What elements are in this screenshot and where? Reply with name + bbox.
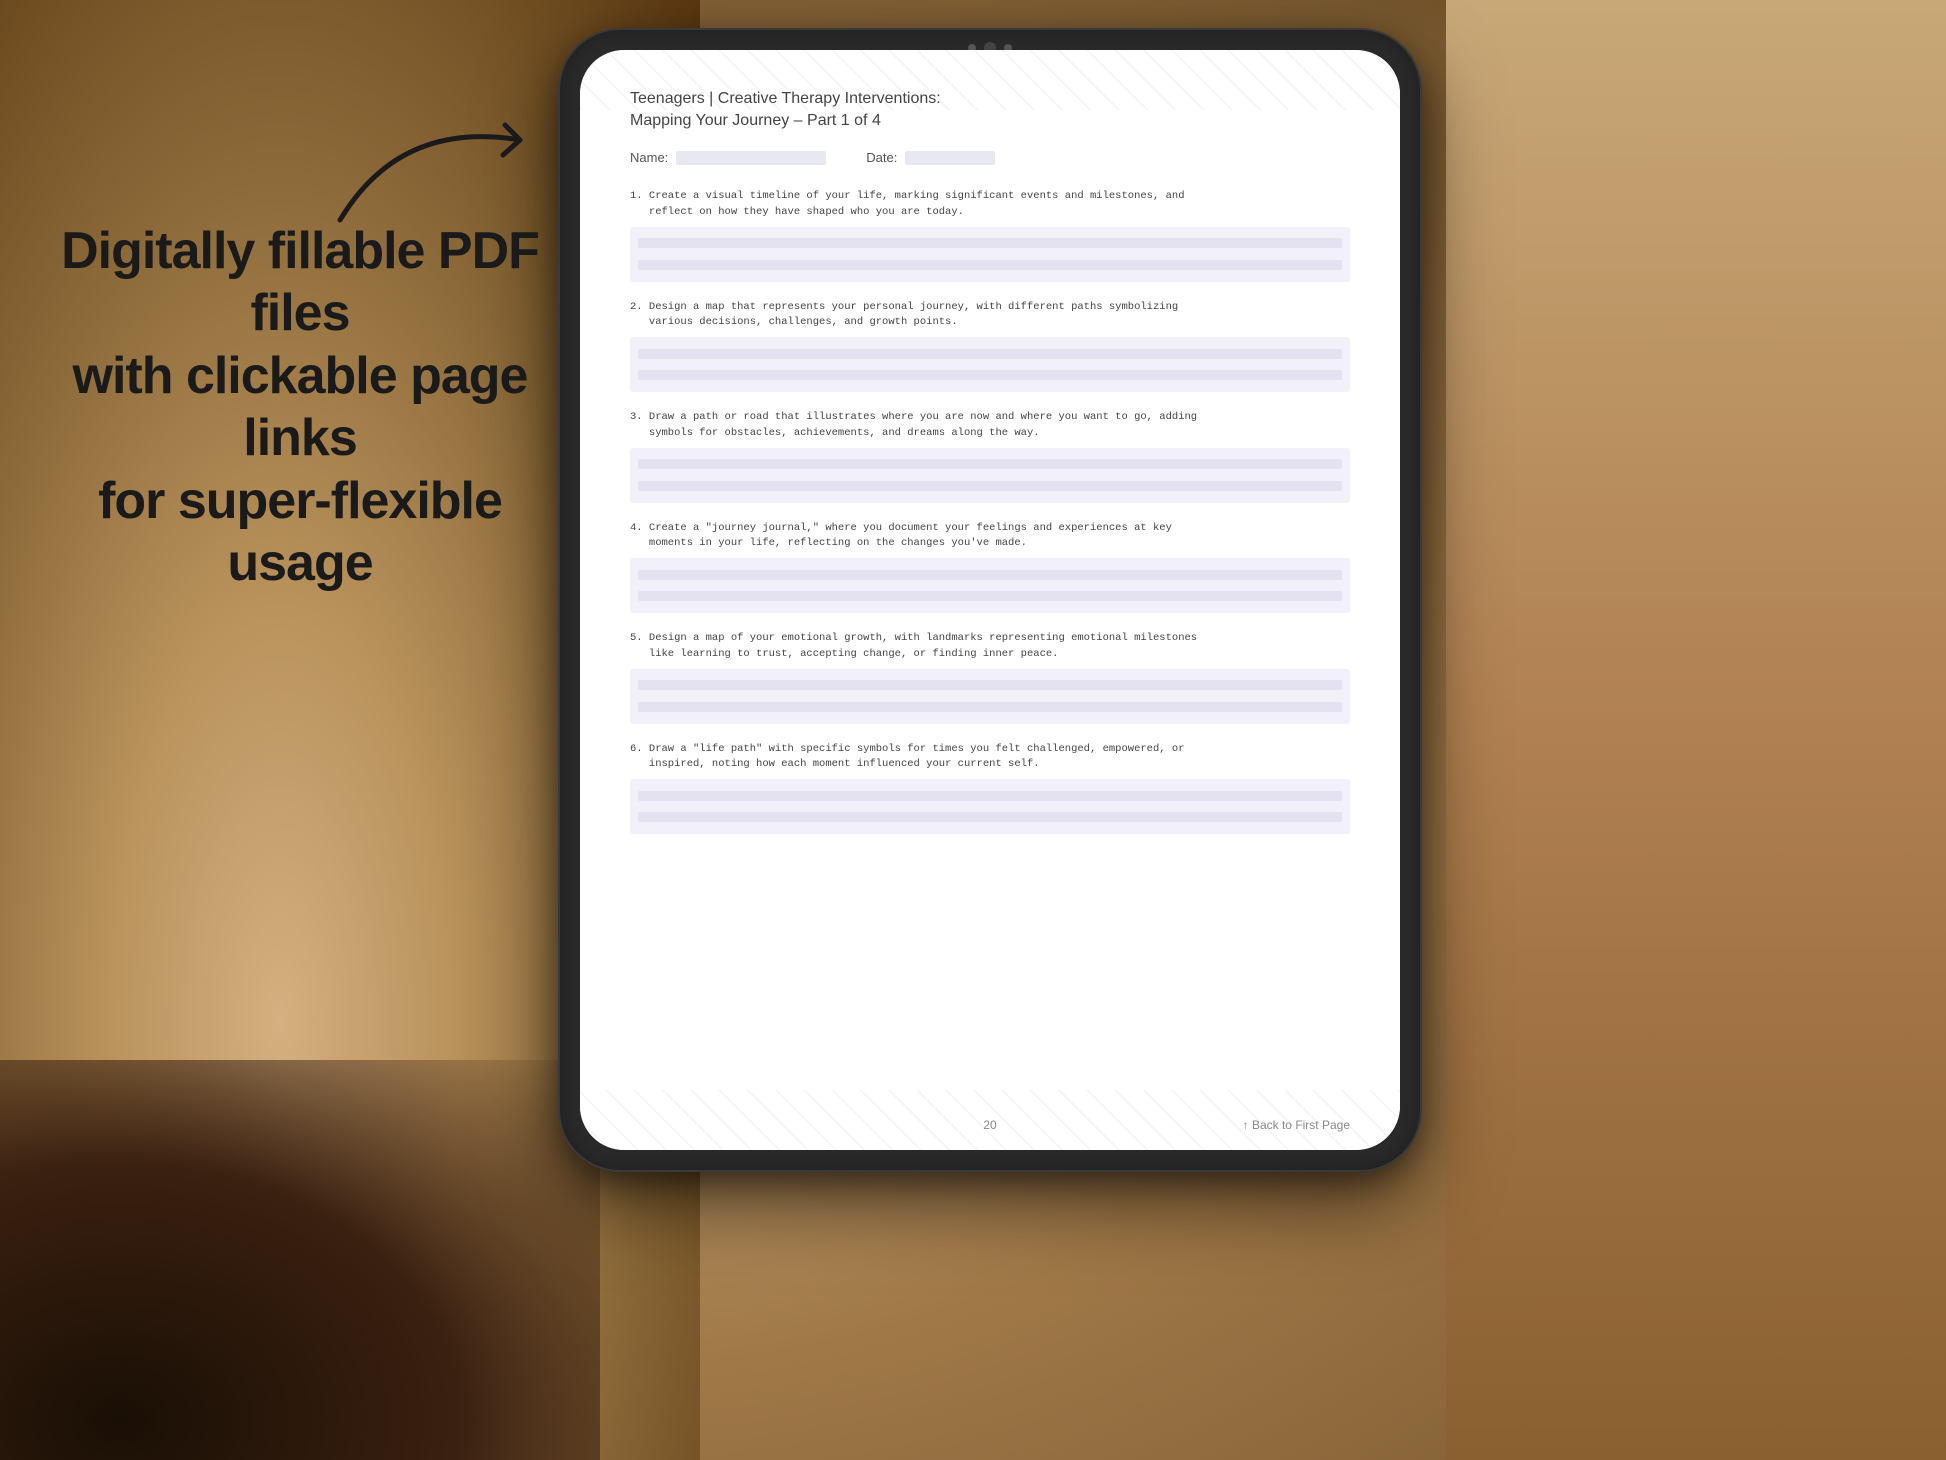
- name-label: Name:: [630, 150, 668, 165]
- promo-line2: with clickable page links: [73, 347, 528, 467]
- date-label: Date:: [866, 150, 897, 165]
- question-4-text: 4. Create a "journey journal," where you…: [630, 521, 1350, 553]
- question-2-text: 2. Design a map that represents your per…: [630, 300, 1350, 332]
- tablet-device: Teenagers | Creative Therapy Interventio…: [560, 30, 1420, 1170]
- ans-line: [638, 349, 1342, 359]
- date-field[interactable]: Date:: [866, 150, 995, 165]
- answer-box-6[interactable]: [630, 779, 1350, 834]
- name-input-line[interactable]: [676, 151, 826, 165]
- answer-box-1[interactable]: [630, 227, 1350, 282]
- tablet-screen: Teenagers | Creative Therapy Interventio…: [580, 50, 1400, 1150]
- question-5: 5. Design a map of your emotional growth…: [630, 631, 1350, 724]
- date-input-line[interactable]: [905, 151, 995, 165]
- question-3-text: 3. Draw a path or road that illustrates …: [630, 410, 1350, 442]
- ans-line: [638, 481, 1342, 491]
- ans-line: [638, 459, 1342, 469]
- back-to-first-page-link[interactable]: ↑ Back to First Page: [1243, 1118, 1350, 1132]
- question-1-text: 1. Create a visual timeline of your life…: [630, 189, 1350, 221]
- answer-box-3[interactable]: [630, 448, 1350, 503]
- pdf-title-sub: Mapping Your Journey – Part 1 of 4: [630, 112, 1350, 130]
- answer-box-4[interactable]: [630, 558, 1350, 613]
- background-dark-bottom: [0, 1060, 600, 1460]
- question-2: 2. Design a map that represents your per…: [630, 300, 1350, 393]
- ans-line: [638, 591, 1342, 601]
- ans-line: [638, 370, 1342, 380]
- answer-box-2[interactable]: [630, 337, 1350, 392]
- question-5-text: 5. Design a map of your emotional growth…: [630, 631, 1350, 663]
- promo-text-block: Digitally fillable PDF files with clicka…: [60, 220, 540, 594]
- pdf-footer: 20 ↑ Back to First Page: [630, 1118, 1350, 1132]
- pdf-document: Teenagers | Creative Therapy Interventio…: [580, 50, 1400, 1150]
- ans-line: [638, 260, 1342, 270]
- ans-line: [638, 791, 1342, 801]
- pdf-fields-row: Name: Date:: [630, 150, 1350, 165]
- ans-line: [638, 680, 1342, 690]
- question-3: 3. Draw a path or road that illustrates …: [630, 410, 1350, 503]
- ans-line: [638, 702, 1342, 712]
- pdf-page-number: 20: [870, 1118, 1110, 1132]
- question-6: 6. Draw a "life path" with specific symb…: [630, 742, 1350, 835]
- name-field[interactable]: Name:: [630, 150, 826, 165]
- promo-line1: Digitally fillable PDF files: [61, 222, 539, 342]
- question-4: 4. Create a "journey journal," where you…: [630, 521, 1350, 614]
- background-right: [1446, 0, 1946, 1460]
- promo-line3: for super-flexible usage: [98, 472, 502, 592]
- pdf-watermark-top: [580, 50, 1400, 110]
- tablet-frame: Teenagers | Creative Therapy Interventio…: [560, 30, 1420, 1170]
- ans-line: [638, 570, 1342, 580]
- question-6-text: 6. Draw a "life path" with specific symb…: [630, 742, 1350, 774]
- question-1: 1. Create a visual timeline of your life…: [630, 189, 1350, 282]
- ans-line: [638, 238, 1342, 248]
- answer-box-5[interactable]: [630, 669, 1350, 724]
- ans-line: [638, 812, 1342, 822]
